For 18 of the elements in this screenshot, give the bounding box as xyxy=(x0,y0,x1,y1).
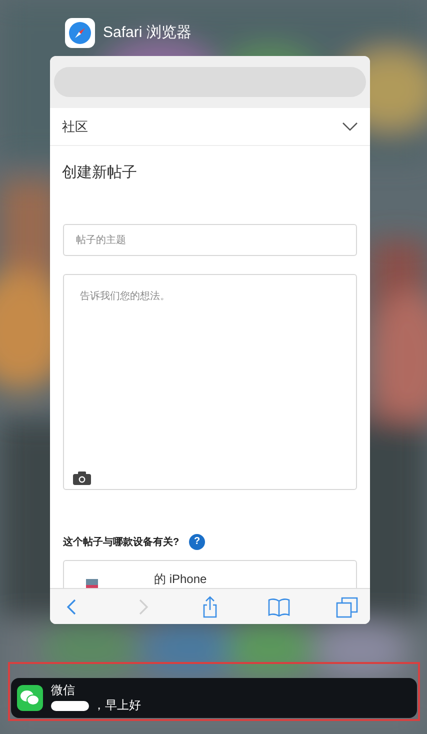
compass-icon[interactable] xyxy=(65,18,95,48)
notification-message: ，早上好 xyxy=(93,698,141,713)
subject-field[interactable]: 帖子的主题 xyxy=(63,224,357,256)
chat-bubbles-icon xyxy=(17,685,43,711)
message-field[interactable]: 告诉我们您的想法。 xyxy=(63,274,357,490)
notification-banner[interactable]: 微信 ，早上好 xyxy=(11,678,417,718)
page-heading: 创建新帖子 xyxy=(61,163,138,183)
device-question: 这个帖子与哪款设备有关? xyxy=(63,535,180,550)
book-icon[interactable] xyxy=(268,596,290,618)
camera-icon[interactable] xyxy=(73,471,91,485)
app-title: Safari 浏览器 xyxy=(103,23,192,43)
notification-app-name: 微信 xyxy=(51,683,76,698)
redaction-bar xyxy=(51,700,89,710)
device-thumbnail xyxy=(86,579,98,588)
browser-card[interactable]: 社区 创建新帖子 帖子的主题 告诉我们您的想法。 这个帖子与哪款设备有关? ? 的 iPhone xyxy=(50,56,370,624)
tabs-icon[interactable] xyxy=(336,596,358,618)
section-dropdown[interactable]: 社区 xyxy=(50,108,370,146)
help-button[interactable]: ? xyxy=(189,534,206,550)
